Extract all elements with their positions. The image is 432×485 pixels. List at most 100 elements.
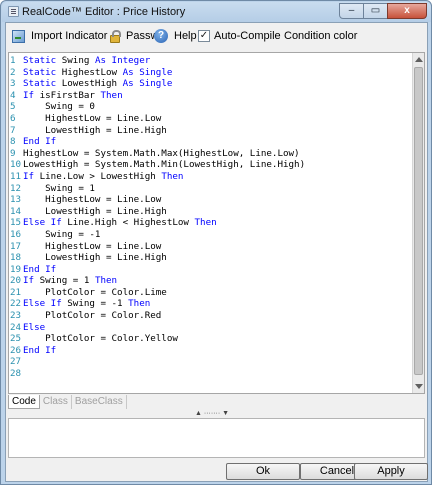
- code-line[interactable]: 10 LowestHigh = System.Math.Min(LowestHig…: [9, 159, 413, 171]
- code-line[interactable]: 15 Else If Line.High < HighestLow Then: [9, 217, 413, 229]
- auto-compile-checkbox[interactable]: ✓: [198, 30, 210, 42]
- minimize-button[interactable]: –: [339, 3, 364, 19]
- apply-button[interactable]: Apply: [354, 463, 428, 480]
- auto-compile-label: Auto-Compile: [214, 30, 281, 42]
- scroll-up-icon[interactable]: [415, 57, 423, 62]
- code-line[interactable]: 26 End If: [9, 345, 413, 357]
- line-number: 7: [10, 124, 16, 136]
- code-keyword: Then: [128, 298, 151, 310]
- code-token: Line.High < HighestLow: [67, 217, 195, 229]
- code-line[interactable]: 14 LowestHigh = Line.High: [9, 206, 413, 218]
- line-number: 19: [10, 263, 22, 275]
- code-token: Swing = 1: [39, 275, 95, 287]
- ok-button[interactable]: Ok: [226, 463, 300, 480]
- vertical-scrollbar[interactable]: [412, 53, 424, 393]
- code-line[interactable]: 20 If Swing = 1 Then: [9, 275, 413, 287]
- code-line[interactable]: 23 PlotColor = Color.Red: [9, 310, 413, 322]
- condition-color-button[interactable]: Condition color: [284, 28, 357, 44]
- code-token: HighestLow = Line.Low: [45, 194, 162, 206]
- scroll-down-icon[interactable]: [415, 384, 423, 389]
- code-token: PlotColor = Color.Yellow: [45, 333, 178, 345]
- window-controls: – ▭ x: [339, 3, 427, 19]
- code-keyword: Else: [23, 321, 46, 333]
- close-button[interactable]: x: [387, 3, 427, 19]
- help-button[interactable]: ? Help: [154, 28, 197, 44]
- code-area[interactable]: 1 Static Swing As Integer 2 Static HighestL…: [9, 55, 413, 393]
- line-number: 17: [10, 240, 22, 252]
- code-line[interactable]: 3 Static LowestHigh As Single: [9, 78, 413, 90]
- code-keyword: End If: [23, 136, 57, 148]
- line-number: 21: [10, 286, 22, 298]
- code-line[interactable]: 16 Swing = -1: [9, 229, 413, 241]
- auto-compile-toggle[interactable]: ✓ Auto-Compile: [198, 28, 281, 44]
- code-line[interactable]: 25 PlotColor = Color.Yellow: [9, 333, 413, 345]
- app-icon: [8, 6, 19, 17]
- code-line[interactable]: 21 PlotColor = Color.Lime: [9, 287, 413, 299]
- code-keyword: End If: [23, 263, 57, 275]
- tab-class[interactable]: Class: [40, 395, 72, 409]
- code-line[interactable]: 8 End If: [9, 136, 413, 148]
- scrollbar-thumb[interactable]: [414, 67, 423, 375]
- code-line[interactable]: 19 End If: [9, 264, 413, 276]
- code-token: HighestLow = Line.Low: [45, 240, 162, 252]
- code-token: PlotColor = Color.Lime: [45, 286, 167, 298]
- line-number: 18: [10, 252, 22, 264]
- code-token: LowestHigh = Line.High: [45, 124, 167, 136]
- code-line[interactable]: 17 HighestLow = Line.Low: [9, 241, 413, 253]
- splitter-grip-icon[interactable]: ▲ ······· ▼: [184, 410, 240, 417]
- line-number: 22: [10, 298, 22, 310]
- code-line[interactable]: 27: [9, 356, 413, 368]
- code-keyword: End If: [23, 344, 57, 356]
- code-line[interactable]: 12 Swing = 1: [9, 183, 413, 195]
- code-token: HighestLow = System.Math.Max(HighestLow,…: [23, 147, 300, 159]
- line-number: 1: [10, 55, 16, 66]
- toolbar: Import Indicator Passwc ? Help ✓ Auto-Co…: [6, 23, 427, 49]
- code-line[interactable]: 7 LowestHigh = Line.High: [9, 125, 413, 137]
- code-keyword: If: [23, 170, 40, 182]
- line-number: 10: [10, 159, 22, 171]
- code-editor[interactable]: 1 Static Swing As Integer 2 Static HighestL…: [8, 52, 425, 394]
- code-line[interactable]: 28: [9, 368, 413, 380]
- code-line[interactable]: 2 Static HighestLow As Single: [9, 67, 413, 79]
- maximize-button[interactable]: ▭: [363, 3, 388, 19]
- code-line[interactable]: 13 HighestLow = Line.Low: [9, 194, 413, 206]
- code-token: LowestHigh = System.Math.Min(LowestHigh,…: [23, 159, 306, 171]
- tab-baseclass[interactable]: BaseClass: [72, 395, 127, 409]
- code-line[interactable]: 18 LowestHigh = Line.High: [9, 252, 413, 264]
- code-line[interactable]: 11 If Line.Low > LowestHigh Then: [9, 171, 413, 183]
- title-bar[interactable]: RealCode™ Editor : Price History – ▭ x: [2, 2, 431, 22]
- import-indicator-button[interactable]: Import Indicator: [12, 28, 107, 44]
- code-line[interactable]: 4 If isFirstBar Then: [9, 90, 413, 102]
- editor-window: RealCode™ Editor : Price History – ▭ x I…: [0, 0, 432, 485]
- code-keyword: Static: [23, 55, 62, 66]
- code-token: HighestLow: [61, 66, 123, 78]
- code-token: Swing = 1: [45, 182, 95, 194]
- code-line[interactable]: 1 Static Swing As Integer: [9, 55, 413, 67]
- code-keyword: As Single: [122, 66, 173, 78]
- code-line[interactable]: 5 Swing = 0: [9, 101, 413, 113]
- line-number: 20: [10, 275, 22, 287]
- code-line[interactable]: 9 HighestLow = System.Math.Max(HighestLow…: [9, 148, 413, 160]
- code-line[interactable]: 22 Else If Swing = -1 Then: [9, 298, 413, 310]
- code-keyword: Else If: [23, 217, 68, 229]
- output-panel: [8, 418, 425, 458]
- code-keyword: Then: [194, 217, 217, 229]
- code-token: isFirstBar: [39, 89, 101, 101]
- line-number: 9: [10, 147, 16, 159]
- code-keyword: Else If: [23, 298, 68, 310]
- code-line[interactable]: 24 Else: [9, 322, 413, 334]
- code-token: LowestHigh = Line.High: [45, 205, 167, 217]
- code-line[interactable]: 6 HighestLow = Line.Low: [9, 113, 413, 125]
- code-keyword: Static: [23, 78, 62, 90]
- code-token: Swing = 0: [45, 101, 95, 113]
- panel-splitter[interactable]: ▲ ······· ▼: [6, 410, 427, 418]
- tab-code[interactable]: Code: [8, 395, 40, 409]
- line-number: 5: [10, 101, 16, 113]
